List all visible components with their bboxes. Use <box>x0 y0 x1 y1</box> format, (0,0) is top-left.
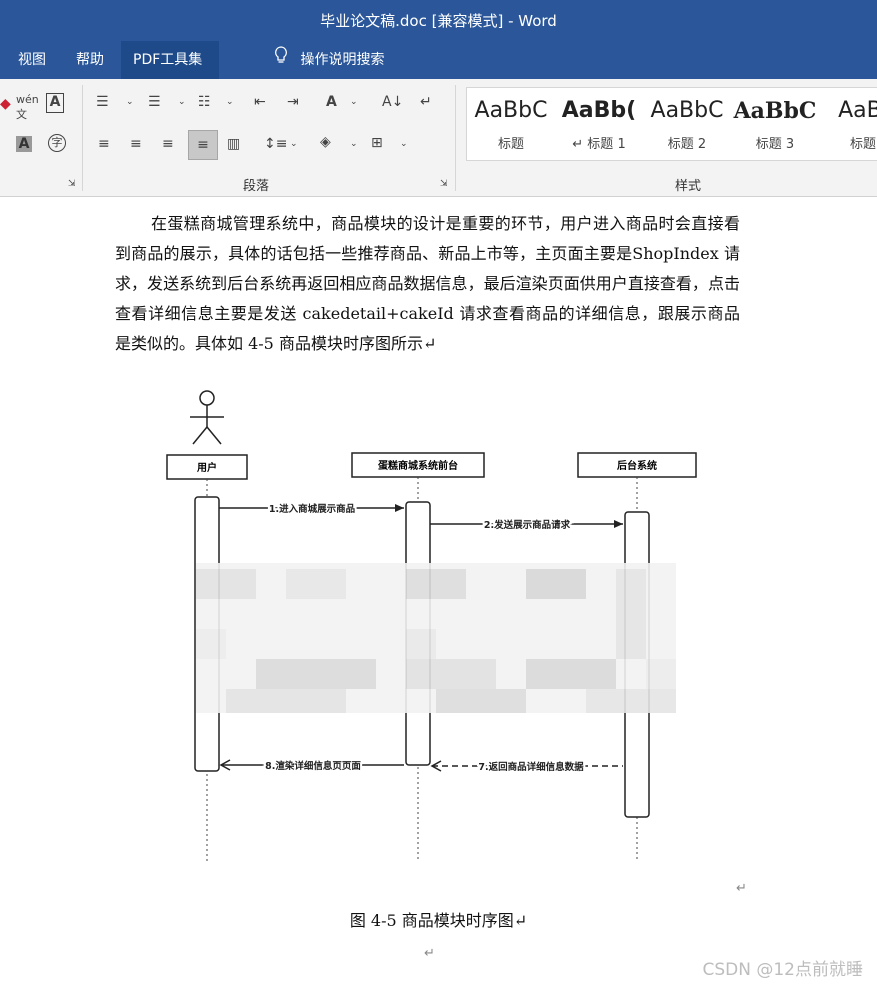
chevron-down-icon[interactable]: ⌄ <box>226 97 234 107</box>
document-page[interactable]: 在蛋糕商城管理系统中，商品模块的设计是重要的环节，用户进入商品时会直接看到商品的… <box>0 197 877 988</box>
tab-help[interactable]: 帮助 <box>64 41 116 79</box>
character-border-icon[interactable]: A <box>46 93 64 113</box>
phonetic-guide-icon[interactable]: wén 文 <box>16 93 39 122</box>
paragraph-group-label: 段落 <box>243 179 270 194</box>
style-sample: AaBbC <box>650 98 724 123</box>
tell-me-search[interactable]: 操作说明搜索 <box>262 41 396 79</box>
styles-group-label: 样式 <box>675 179 702 194</box>
message-label-1: 1.进入商城展示商品 <box>269 503 355 515</box>
group-separator <box>82 85 83 191</box>
chevron-down-icon[interactable]: ⌄ <box>290 139 298 149</box>
paragraph-dialog-launcher-icon[interactable]: ⇲ <box>440 179 448 189</box>
align-center-icon[interactable]: ≡ <box>130 136 142 152</box>
numbering-icon[interactable]: ☰ <box>148 94 161 110</box>
paragraph-mark: ↵ <box>424 946 435 961</box>
align-left-icon[interactable]: ≡ <box>98 136 110 152</box>
line-spacing-icon[interactable]: ↕≡ <box>264 136 287 152</box>
style-title-2[interactable]: AaBl 标题 <box>819 88 877 160</box>
style-heading-3[interactable]: AaBbC 标题 3 <box>731 88 819 160</box>
tell-me-label: 操作说明搜索 <box>300 52 385 68</box>
align-right-icon[interactable]: ≡ <box>162 136 174 152</box>
csdn-watermark: CSDN @12点前就睡 <box>702 960 863 980</box>
style-sample: AaBl <box>838 98 877 123</box>
message-label-2: 2.发送展示商品请求 <box>484 519 571 531</box>
shading-bucket-icon[interactable]: ◈ <box>320 134 331 150</box>
style-name: 标题 <box>497 137 524 152</box>
multilevel-list-icon[interactable]: ☷ <box>198 94 211 110</box>
sort-icon[interactable]: A↓ <box>382 94 403 110</box>
asian-layout-icon[interactable]: A <box>326 94 337 110</box>
decrease-indent-icon[interactable]: ⇤ <box>254 94 266 110</box>
tab-pdf-tools[interactable]: PDF工具集 <box>121 41 219 79</box>
style-name: 标题 2 <box>667 137 707 152</box>
actor-icon <box>190 390 224 445</box>
lifeline-label-backend: 后台系统 <box>617 459 657 472</box>
message-label-7: 7.返回商品详细信息数据 <box>478 761 584 773</box>
style-name: 标题 3 <box>755 137 795 152</box>
sequence-diagram: 用户 蛋糕商城系统前台 后台系统 1.进入商城展示商品 2.发送展示商品请求 8… <box>166 390 697 862</box>
style-sample: AaBb( <box>561 98 637 123</box>
styles-gallery: AaBbC 标题 AaBb( ↵ 标题 1 AaBbC 标题 2 AaBbC 标… <box>466 87 877 161</box>
lifeline-label-frontend: 蛋糕商城系统前台 <box>378 459 458 472</box>
show-paragraph-marks-icon[interactable]: ↵ <box>420 94 432 110</box>
font-dialog-launcher-icon[interactable]: ⇲ <box>68 179 76 189</box>
style-name: 标题 <box>849 137 876 152</box>
clear-format-icon[interactable]: ◆ <box>0 96 11 112</box>
tab-view[interactable]: 视图 <box>6 41 58 79</box>
style-heading-2[interactable]: AaBbC 标题 2 <box>643 88 731 160</box>
character-shading-icon[interactable]: A <box>16 136 32 152</box>
style-title[interactable]: AaBbC 标题 <box>467 88 555 160</box>
distributed-align-icon[interactable]: ▥ <box>227 136 240 152</box>
chevron-down-icon[interactable]: ⌄ <box>126 97 134 107</box>
justify-icon[interactable]: ≡ <box>188 130 218 160</box>
menu-bar: 视图 帮助 PDF工具集 操作说明搜索 <box>0 41 877 79</box>
lifeline-label-user: 用户 <box>196 461 217 474</box>
style-sample: AaBbC <box>474 98 548 123</box>
blurred-region <box>196 563 676 713</box>
group-separator <box>455 85 456 191</box>
title-bar: 毕业论文稿.doc [兼容模式] - Word <box>0 0 877 41</box>
bullets-icon[interactable]: ☰ <box>96 94 109 110</box>
chevron-down-icon[interactable]: ⌄ <box>350 97 358 107</box>
message-label-8: 8.渲染详细信息页页面 <box>265 760 361 772</box>
style-heading-1[interactable]: AaBb( ↵ 标题 1 <box>555 88 643 160</box>
lightbulb-icon <box>274 41 296 79</box>
style-sample: AaBbC <box>733 98 817 124</box>
enclose-characters-icon[interactable]: 字 <box>48 134 66 152</box>
chevron-down-icon[interactable]: ⌄ <box>400 139 408 149</box>
borders-icon[interactable]: ⊞ <box>371 135 383 151</box>
window-title: 毕业论文稿.doc [兼容模式] - Word <box>320 12 557 30</box>
style-name: ↵ 标题 1 <box>572 137 626 152</box>
chevron-down-icon[interactable]: ⌄ <box>350 139 358 149</box>
increase-indent-icon[interactable]: ⇥ <box>287 94 299 110</box>
paragraph-mark: ↵ <box>736 881 747 896</box>
ribbon: ◆ wén 文 A A 字 ⇲ ☰ ⌄ ☰ ⌄ ☷ ⌄ ⇤ ⇥ A ⌄ A↓ ↵ … <box>0 79 877 197</box>
chevron-down-icon[interactable]: ⌄ <box>178 97 186 107</box>
figure-caption[interactable]: 图 4-5 商品模块时序图↵ <box>0 907 877 931</box>
